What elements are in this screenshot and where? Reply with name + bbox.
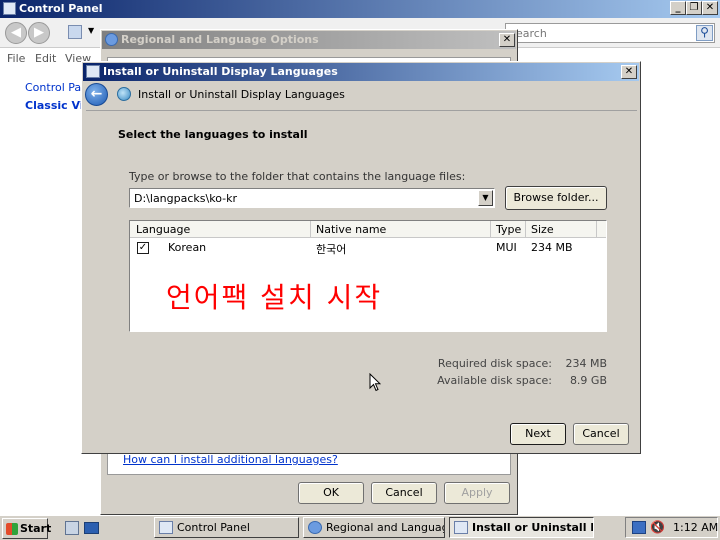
system-tray: 🔇 1:12 AM (625, 517, 718, 538)
forward-icon[interactable]: ▶ (28, 22, 50, 44)
control-panel-app-icon (3, 2, 16, 15)
folder-path-combobox[interactable]: D:\langpacks\ko-kr ▼ (129, 188, 495, 208)
required-space-label: Required disk space: (437, 357, 552, 370)
install-title: Install or Uninstall Display Languages (103, 65, 338, 78)
language-list[interactable]: Language Native name Type Size ✓ Korean … (129, 220, 607, 332)
folder-icon (68, 25, 82, 39)
windows-logo-icon (6, 523, 18, 535)
language-globe-icon (117, 87, 131, 101)
column-divider (525, 221, 526, 238)
available-space-label: Available disk space: (437, 374, 552, 387)
regional-close-button[interactable]: ✕ (499, 33, 515, 47)
select-languages-heading: Select the languages to install (118, 128, 308, 141)
start-button[interactable]: Start (2, 518, 52, 539)
minimize-button[interactable]: _ (670, 1, 686, 15)
column-language[interactable]: Language (136, 223, 190, 236)
menu-edit[interactable]: Edit (35, 52, 56, 65)
available-space-value: 8.9 GB (569, 374, 607, 387)
column-divider (596, 221, 597, 238)
volume-muted-icon[interactable]: 🔇 (650, 520, 665, 534)
quicklaunch-server-icon[interactable] (65, 521, 79, 535)
globe-icon (308, 521, 322, 534)
korean-checkbox[interactable]: ✓ (137, 242, 149, 254)
quicklaunch-desktop-icon[interactable] (84, 522, 99, 534)
row-language: Korean (168, 241, 207, 254)
chevron-down-icon[interactable]: ▼ (88, 26, 94, 35)
regional-title: Regional and Language Options (121, 33, 319, 46)
row-size: 234 MB (531, 241, 573, 254)
task-control-panel[interactable]: Control Panel (154, 517, 299, 538)
column-size[interactable]: Size (531, 223, 554, 236)
required-space-value: 234 MB (565, 357, 607, 370)
regional-apply-button[interactable]: Apply (444, 482, 510, 504)
folder-path-value: D:\langpacks\ko-kr (134, 192, 237, 205)
network-icon[interactable] (632, 521, 646, 534)
start-label: Start (20, 522, 52, 535)
annotation-text: 언어팩 설치 시작 (166, 281, 383, 314)
control-panel-task-icon (159, 521, 173, 534)
back-icon[interactable]: ◀ (5, 22, 27, 44)
install-cancel-button[interactable]: Cancel (573, 423, 629, 445)
dropdown-arrow-icon[interactable]: ▼ (478, 190, 493, 206)
search-icon[interactable]: ⚲ (696, 25, 713, 41)
wizard-header-title: Install or Uninstall Display Languages (138, 88, 345, 101)
install-app-icon (86, 65, 100, 78)
control-panel-title: Control Panel (19, 2, 103, 15)
wizard-content: Select the languages to install Type or … (86, 110, 637, 414)
menu-file[interactable]: File (7, 52, 25, 65)
task-install-languages[interactable]: Install or Uninstall Dis... (449, 517, 594, 538)
list-header: Language Native name Type Size (130, 221, 606, 238)
close-button[interactable]: ✕ (702, 1, 718, 15)
regional-titlebar[interactable]: Regional and Language Options ✕ (102, 31, 516, 49)
folder-prompt-label: Type or browse to the folder that contai… (129, 170, 466, 183)
install-titlebar[interactable]: Install or Uninstall Display Languages ✕ (83, 63, 639, 81)
control-panel-titlebar[interactable]: Control Panel _ ❐ ✕ (0, 0, 720, 18)
task-label: Install or Uninstall Dis... (472, 521, 593, 534)
regional-ok-button[interactable]: OK (298, 482, 364, 504)
table-row[interactable]: ✓ Korean 한국어 MUI 234 MB (130, 239, 606, 256)
regional-globe-icon (105, 33, 118, 46)
next-button[interactable]: Next (510, 423, 566, 445)
browse-folder-button[interactable]: Browse folder... (505, 186, 607, 210)
column-divider (310, 221, 311, 238)
install-close-button[interactable]: ✕ (621, 65, 637, 79)
install-languages-link[interactable]: How can I install additional languages? (123, 453, 338, 466)
task-regional-options[interactable]: Regional and Language ... (303, 517, 445, 538)
install-dialog: Install or Uninstall Display Languages ✕… (81, 61, 641, 454)
install-task-icon (454, 521, 468, 534)
task-label: Regional and Language ... (326, 521, 444, 534)
mouse-cursor-icon (369, 373, 381, 392)
row-native-name: 한국어 (316, 243, 347, 256)
regional-cancel-button[interactable]: Cancel (371, 482, 437, 504)
column-divider (490, 221, 491, 238)
wizard-back-icon[interactable]: ← (85, 83, 108, 106)
clock: 1:12 AM (673, 521, 719, 534)
restore-button[interactable]: ❐ (686, 1, 702, 15)
column-native-name[interactable]: Native name (316, 223, 386, 236)
task-label: Control Panel (177, 521, 250, 534)
row-type: MUI (496, 241, 517, 254)
column-type[interactable]: Type (496, 223, 521, 236)
search-input[interactable]: Search ⚲ (505, 23, 715, 43)
